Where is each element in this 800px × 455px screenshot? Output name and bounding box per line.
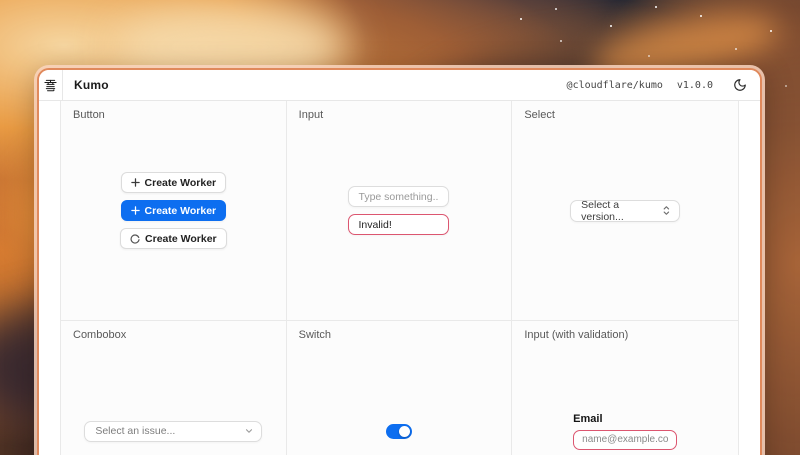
section-label: Select — [524, 109, 555, 121]
section-switch: Switch — [286, 321, 513, 455]
text-input[interactable] — [348, 186, 450, 207]
section-input-validation: Input (with validation) Email — [512, 321, 738, 455]
create-worker-primary-button[interactable]: Create Worker — [120, 200, 227, 221]
titlebar: Kumo @cloudflare/kumo v1.0.0 — [39, 70, 760, 101]
section-label: Switch — [298, 329, 332, 341]
package-name: @cloudflare/kumo — [566, 79, 663, 91]
dark-mode-toggle[interactable] — [729, 74, 751, 96]
issue-combobox[interactable] — [84, 420, 263, 442]
star-field — [0, 0, 2, 2]
moon-icon — [734, 79, 746, 91]
section-label: Button — [73, 109, 105, 121]
version-select[interactable]: Select a version... — [570, 198, 681, 223]
section-label: Input (with validation) — [524, 329, 629, 341]
section-label: Combobox — [73, 329, 127, 341]
spinner-icon — [130, 233, 140, 244]
toggle-switch[interactable] — [385, 423, 412, 439]
app-title: Kumo — [74, 78, 109, 92]
section-input: Input — [286, 101, 513, 321]
email-field[interactable] — [573, 429, 678, 450]
component-grid: Button Create Worker Create Worker Creat… — [60, 101, 739, 455]
select-unfold-icon — [664, 206, 670, 215]
plus-icon — [130, 206, 140, 215]
kumo-logo-icon — [44, 79, 57, 91]
section-button: Button Create Worker Create Worker Creat… — [61, 101, 287, 321]
section-combobox: Combobox — [61, 321, 287, 455]
section-select: Select Select a version... — [512, 101, 738, 321]
version-label: v1.0.0 — [676, 79, 713, 91]
switch-knob — [398, 425, 410, 437]
invalid-text-input[interactable] — [348, 214, 450, 235]
create-worker-loading-button[interactable]: Create Worker — [120, 228, 227, 249]
create-worker-outline-button[interactable]: Create Worker — [120, 172, 227, 193]
select-value: Select a version... — [581, 198, 624, 223]
email-label: Email — [573, 412, 603, 425]
plus-icon — [130, 178, 140, 187]
kumo-logo — [39, 70, 63, 101]
kumo-app-window: Kumo @cloudflare/kumo v1.0.0 Button Crea… — [37, 68, 762, 455]
section-label: Input — [298, 109, 324, 121]
